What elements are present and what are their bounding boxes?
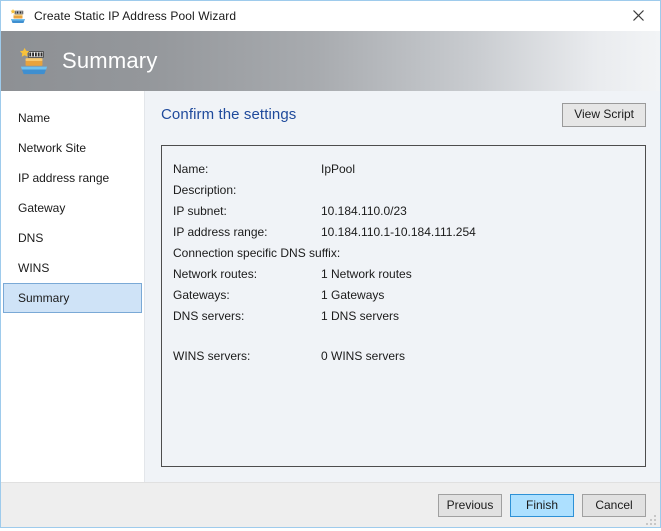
summary-row-ip-subnet: IP subnet: 10.184.110.0/23 xyxy=(173,200,635,221)
view-script-button[interactable]: View Script xyxy=(562,103,646,128)
summary-label: Description: xyxy=(173,182,237,197)
title-bar: Create Static IP Address Pool Wizard xyxy=(1,1,660,31)
ip-address-pool-icon xyxy=(10,8,26,24)
resize-grip-icon[interactable] xyxy=(645,513,657,525)
content-header: Confirm the settings View Script xyxy=(161,91,646,128)
cancel-button[interactable]: Cancel xyxy=(582,493,646,517)
window-title: Create Static IP Address Pool Wizard xyxy=(34,9,237,23)
sidebar-item-network-site[interactable]: Network Site xyxy=(3,133,142,163)
summary-value: IpPool xyxy=(321,161,356,176)
sidebar-item-summary[interactable]: Summary xyxy=(3,283,142,313)
summary-row-wins-servers: WINS servers: 0 WINS servers xyxy=(173,345,635,366)
sidebar-item-name[interactable]: Name xyxy=(3,103,142,133)
summary-label: IP address range: xyxy=(173,224,268,239)
sidebar-item-wins[interactable]: WINS xyxy=(3,253,142,283)
summary-value: 1 DNS servers xyxy=(321,308,400,323)
sidebar-item-label: Summary xyxy=(18,291,70,305)
summary-label: Network routes: xyxy=(173,266,258,281)
summary-value: 1 Gateways xyxy=(321,287,385,302)
wizard-banner: Summary xyxy=(1,31,660,91)
finish-button[interactable]: Finish xyxy=(510,493,574,517)
summary-value: 10.184.110.1-10.184.111.254 xyxy=(321,224,476,239)
summary-label: WINS servers: xyxy=(173,348,251,363)
summary-label: Gateways: xyxy=(173,287,230,302)
content-pane: Confirm the settings View Script Name: I… xyxy=(145,91,660,482)
wizard-footer: Previous Finish Cancel xyxy=(1,482,660,527)
summary-row-network-routes: Network routes: 1 Network routes xyxy=(173,263,635,284)
sidebar-item-label: WINS xyxy=(18,261,50,275)
sidebar-item-label: Network Site xyxy=(18,141,87,155)
sidebar-item-label: Name xyxy=(18,111,51,125)
summary-row-dns-servers: DNS servers: 1 DNS servers xyxy=(173,305,635,326)
summary-value: 1 Network routes xyxy=(321,266,412,281)
summary-value: 10.184.110.0/23 xyxy=(321,203,407,218)
summary-row-name: Name: IpPool xyxy=(173,158,635,179)
wizard-window: Create Static IP Address Pool Wizard Sum… xyxy=(0,0,661,528)
summary-row-ip-address-range: IP address range: 10.184.110.1-10.184.11… xyxy=(173,221,635,242)
summary-row-description: Description: xyxy=(173,179,635,200)
sidebar-item-ip-address-range[interactable]: IP address range xyxy=(3,163,142,193)
close-icon[interactable] xyxy=(616,1,660,30)
summary-details-box: Name: IpPool Description: IP subnet: 10.… xyxy=(161,145,646,468)
sidebar-item-label: IP address range xyxy=(18,171,110,185)
sidebar-item-label: DNS xyxy=(18,231,44,245)
summary-label: Name: xyxy=(173,161,209,176)
page-title: Summary xyxy=(62,48,158,73)
sidebar-item-label: Gateway xyxy=(18,201,66,215)
sidebar-item-gateway[interactable]: Gateway xyxy=(3,193,142,223)
ip-address-pool-icon xyxy=(19,46,49,76)
body-area: Name Network Site IP address range Gatew… xyxy=(1,91,660,482)
summary-label: Connection specific DNS suffix: xyxy=(173,245,341,260)
summary-row-gateways: Gateways: 1 Gateways xyxy=(173,284,635,305)
previous-button[interactable]: Previous xyxy=(438,493,502,517)
wizard-step-sidebar: Name Network Site IP address range Gatew… xyxy=(1,91,145,482)
sidebar-item-dns[interactable]: DNS xyxy=(3,223,142,253)
summary-value: 0 WINS servers xyxy=(321,348,406,363)
summary-label: DNS servers: xyxy=(173,308,245,323)
summary-label: IP subnet: xyxy=(173,203,227,218)
summary-row-connection-specific-dns-suffix: Connection specific DNS suffix: xyxy=(173,242,635,263)
confirm-settings-heading: Confirm the settings xyxy=(161,106,297,123)
